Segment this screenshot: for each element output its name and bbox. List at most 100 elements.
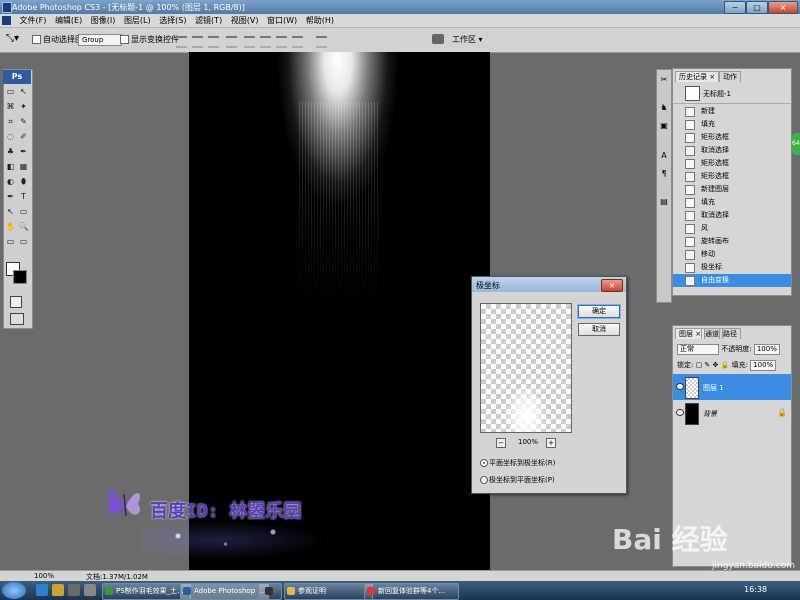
tool-button[interactable]: 🔍 [18, 221, 29, 232]
tool-button[interactable]: ⬮ [18, 176, 29, 187]
tool-button[interactable]: ✐ [18, 131, 29, 142]
lock-icons[interactable]: ▢ ✎ ✥ 🔒 [696, 361, 730, 369]
menu-file[interactable]: 文件(F) [20, 14, 47, 27]
desktop-icon[interactable] [68, 584, 80, 596]
history-item[interactable]: 矩形选框 [673, 157, 791, 170]
distribute-top-icon[interactable] [244, 36, 255, 48]
menu-filter[interactable]: 滤镜(T) [195, 14, 222, 27]
status-zoom[interactable]: 100% [34, 572, 54, 580]
clone-source-dock-icon[interactable]: ▣ [658, 120, 670, 132]
eye-icon[interactable] [676, 383, 684, 390]
taskbar-button-chat[interactable]: 新回复体验群等4个... [364, 583, 459, 600]
tool-button[interactable]: ⌘ [5, 101, 16, 112]
auto-select-checkbox[interactable] [32, 35, 41, 44]
history-item[interactable]: 新建图层 [673, 183, 791, 196]
tool-button[interactable]: T [18, 191, 29, 202]
align-left-icon[interactable] [226, 36, 237, 48]
zoom-out-button[interactable]: − [496, 438, 506, 448]
cancel-button[interactable]: 取消 [578, 323, 620, 336]
layer-row-layer1[interactable]: 图层 1 [673, 374, 791, 400]
tool-button[interactable]: ✎ [18, 116, 29, 127]
filter-preview[interactable] [480, 303, 572, 433]
document-canvas[interactable] [189, 52, 490, 570]
auto-select-dropdown[interactable]: Group [78, 34, 122, 46]
history-item-selected[interactable]: 自由变换 [673, 274, 791, 287]
taskbar-button-photoshop[interactable]: Adobe Photoshop ... [180, 583, 269, 600]
history-snapshot[interactable]: 无标题-1 [673, 83, 791, 104]
tab-paths[interactable]: 路径 [719, 328, 741, 339]
tool-button[interactable]: ↖ [18, 86, 29, 97]
quick-mask-icon[interactable] [10, 296, 22, 308]
tool-button[interactable]: ✋ [5, 221, 16, 232]
ie-icon[interactable] [36, 584, 48, 596]
distribute-left-icon[interactable] [292, 36, 303, 48]
taskbar-button-browser[interactable]: PS制作羽毛效果_土... [102, 583, 191, 600]
tab-actions[interactable]: 动作 [719, 71, 741, 82]
history-item[interactable]: 极坐标 [673, 261, 791, 274]
tools-dock-icon[interactable]: ✂ [658, 74, 670, 86]
close-button[interactable]: × [768, 1, 798, 14]
rect-to-polar-radio[interactable] [480, 459, 488, 467]
menu-layer[interactable]: 图层(L) [124, 14, 151, 27]
tool-button[interactable]: ◌ [5, 131, 16, 142]
side-badge[interactable]: 64 [792, 133, 800, 155]
menu-image[interactable]: 图像(I) [91, 14, 116, 27]
history-item[interactable]: 取消选择 [673, 209, 791, 222]
character-dock-icon[interactable]: A [658, 150, 670, 162]
tool-button[interactable]: ▭ [18, 236, 29, 247]
history-item[interactable]: 取消选择 [673, 144, 791, 157]
app-quicklaunch-icon[interactable] [84, 584, 96, 596]
align-vcenter-icon[interactable] [192, 36, 203, 48]
ok-button[interactable]: 确定 [578, 305, 620, 318]
start-button[interactable] [2, 582, 26, 599]
history-item[interactable]: 填充 [673, 118, 791, 131]
tool-button[interactable]: ✒ [5, 191, 16, 202]
tool-button[interactable]: ◐ [5, 176, 16, 187]
distribute-bottom-icon[interactable] [276, 36, 287, 48]
menu-select[interactable]: 选择(S) [159, 14, 186, 27]
align-top-icon[interactable] [176, 36, 187, 48]
zoom-in-button[interactable]: + [546, 438, 556, 448]
restore-button[interactable]: □ [746, 1, 768, 14]
tool-button[interactable]: ✦ [18, 101, 29, 112]
info-dock-icon[interactable]: ▤ [658, 196, 670, 208]
show-transform-option[interactable]: 显示变换控件 [120, 34, 179, 45]
clock[interactable]: 16:38 [744, 585, 767, 594]
move-tool-icon[interactable]: ⤡▾ [6, 33, 19, 44]
menu-edit[interactable]: 编辑(E) [55, 14, 82, 27]
screen-mode-icon[interactable] [10, 313, 24, 325]
history-item[interactable]: 移动 [673, 248, 791, 261]
history-item[interactable]: 风 [673, 222, 791, 235]
history-item[interactable]: 旋转画布 [673, 235, 791, 248]
history-item[interactable]: 矩形选框 [673, 170, 791, 183]
brush-dock-icon[interactable]: ♞ [658, 102, 670, 114]
auto-align-icon[interactable] [316, 36, 327, 48]
minimize-button[interactable]: − [724, 1, 746, 14]
align-bottom-icon[interactable] [208, 36, 219, 48]
tool-button[interactable]: ▭ [18, 206, 29, 217]
tab-history[interactable]: 历史记录 × [675, 71, 720, 82]
tool-button[interactable]: ✒ [18, 146, 29, 157]
workspace-menu[interactable]: 工作区 ▾ [452, 34, 483, 45]
eye-icon[interactable] [676, 409, 684, 416]
distribute-vcenter-icon[interactable] [260, 36, 271, 48]
tool-button[interactable]: ♣ [5, 146, 16, 157]
background-color-swatch[interactable] [13, 270, 27, 284]
taskbar-button-app[interactable] [258, 583, 282, 600]
paragraph-dock-icon[interactable]: ¶ [658, 168, 670, 180]
dialog-close-button[interactable]: × [601, 279, 623, 292]
show-transform-checkbox[interactable] [120, 35, 129, 44]
history-item[interactable]: 新建 [673, 105, 791, 118]
tool-button[interactable]: ▦ [18, 161, 29, 172]
fill-input[interactable]: 100% [750, 360, 777, 371]
tool-button[interactable]: ↖ [5, 206, 16, 217]
system-tray[interactable] [640, 585, 736, 596]
explorer-icon[interactable] [52, 584, 64, 596]
tool-button[interactable]: ⌗ [5, 116, 16, 127]
tool-button[interactable]: ▭ [5, 236, 16, 247]
blend-mode-select[interactable]: 正常 [677, 344, 719, 355]
polar-to-rect-radio[interactable] [480, 476, 488, 484]
taskbar-button-folder[interactable]: 参观证明 [284, 583, 373, 600]
bridge-icon[interactable] [432, 34, 444, 44]
menu-window[interactable]: 窗口(W) [267, 14, 297, 27]
